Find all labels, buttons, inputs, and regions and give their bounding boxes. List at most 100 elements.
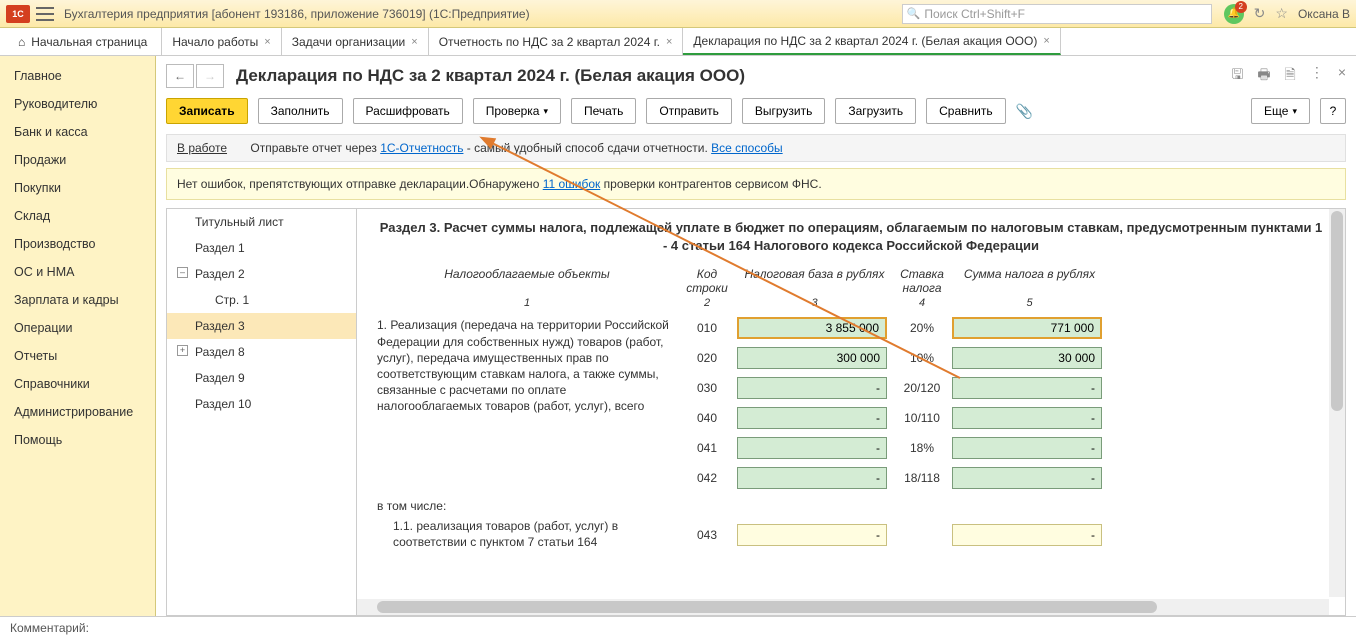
decode-button[interactable]: Расшифровать	[353, 98, 463, 124]
favorite-icon[interactable]: ☆	[1275, 5, 1288, 22]
comment-label: Комментарий:	[10, 621, 89, 635]
expand-icon[interactable]: +	[177, 345, 188, 356]
tax-input[interactable]	[952, 437, 1102, 459]
link-all-ways[interactable]: Все способы	[711, 141, 783, 155]
tax-input[interactable]	[952, 317, 1102, 339]
print-icon[interactable]: 🖶	[1257, 64, 1270, 88]
help-button[interactable]: ?	[1320, 98, 1346, 124]
sidebar-item[interactable]: Главное	[0, 62, 155, 90]
tree-item[interactable]: +Раздел 8	[167, 339, 356, 365]
compare-button[interactable]: Сравнить	[926, 98, 1005, 124]
close-icon[interactable]: ×	[264, 36, 270, 48]
row-code: 020	[677, 351, 737, 365]
tab-declaration[interactable]: Декларация по НДС за 2 квартал 2024 г. (…	[683, 28, 1060, 55]
status-title[interactable]: В работе	[177, 141, 227, 155]
menu-icon[interactable]	[36, 7, 54, 21]
sidebar-item[interactable]: Помощь	[0, 426, 155, 454]
tax-input[interactable]	[952, 524, 1102, 546]
preview-icon[interactable]: 🗎	[1285, 64, 1296, 88]
rate-cell: 18/118	[892, 471, 952, 485]
rate-cell: 20/120	[892, 381, 952, 395]
sidebar-item[interactable]: Покупки	[0, 174, 155, 202]
attach-icon[interactable]: 📎	[1016, 103, 1033, 120]
user-name[interactable]: Оксана В	[1298, 7, 1350, 21]
more-icon[interactable]: ⋮	[1310, 64, 1324, 88]
tax-input[interactable]	[952, 407, 1102, 429]
write-button[interactable]: Записать	[166, 98, 248, 124]
rate-cell: 18%	[892, 441, 952, 455]
tree-item[interactable]: –Раздел 2	[167, 261, 356, 287]
tree-item[interactable]: Стр. 1	[167, 287, 356, 313]
tab-tasks[interactable]: Задачи организации×	[282, 28, 429, 55]
sections-tree: Титульный листРаздел 1–Раздел 2Стр. 1Раз…	[167, 209, 357, 615]
scrollbar-vertical[interactable]	[1329, 209, 1345, 597]
sidebar-item[interactable]: Зарплата и кадры	[0, 286, 155, 314]
nav-forward[interactable]: →	[196, 64, 224, 88]
base-input[interactable]	[737, 347, 887, 369]
base-input[interactable]	[737, 467, 887, 489]
print-button[interactable]: Печать	[571, 98, 636, 124]
base-input[interactable]	[737, 317, 887, 339]
base-input[interactable]	[737, 377, 887, 399]
tree-item[interactable]: Раздел 9	[167, 365, 356, 391]
sidebar-item[interactable]: Продажи	[0, 146, 155, 174]
nav-back[interactable]: ←	[166, 64, 194, 88]
notifications-icon[interactable]: 2	[1224, 4, 1244, 24]
expand-icon[interactable]: –	[177, 267, 188, 278]
send-button[interactable]: Отправить	[646, 98, 732, 124]
rate-cell: 20%	[892, 321, 952, 335]
rate-cell: 10%	[892, 351, 952, 365]
row-description: 1. Реализация (передача на территории Ро…	[377, 317, 677, 489]
upload-button[interactable]: Выгрузить	[742, 98, 826, 124]
rate-cell: 10/110	[892, 411, 952, 425]
close-icon[interactable]: ×	[411, 36, 417, 48]
base-input[interactable]	[737, 524, 887, 546]
home-icon: ⌂	[18, 35, 25, 49]
sidebar-item[interactable]: Склад	[0, 202, 155, 230]
tax-input[interactable]	[952, 377, 1102, 399]
global-search[interactable]: Поиск Ctrl+Shift+F	[902, 4, 1212, 24]
chevron-down-icon: ▾	[543, 106, 548, 117]
close-icon[interactable]: ×	[1043, 35, 1049, 47]
tab-nds-report[interactable]: Отчетность по НДС за 2 квартал 2024 г.×	[429, 28, 684, 55]
scrollbar-horizontal[interactable]	[357, 599, 1329, 615]
sidebar-item[interactable]: Руководителю	[0, 90, 155, 118]
tree-item[interactable]: Раздел 1	[167, 235, 356, 261]
tree-item[interactable]: Раздел 10	[167, 391, 356, 417]
download-button[interactable]: Загрузить	[835, 98, 916, 124]
sidebar-item[interactable]: Справочники	[0, 370, 155, 398]
tree-item[interactable]: Титульный лист	[167, 209, 356, 235]
sidebar: Главное Руководителю Банк и касса Продаж…	[0, 56, 156, 616]
base-input[interactable]	[737, 437, 887, 459]
row-code: 041	[677, 441, 737, 455]
sidebar-item[interactable]: Администрирование	[0, 398, 155, 426]
warning-strip: Нет ошибок, препятствующих отправке декл…	[166, 168, 1346, 200]
row-code: 040	[677, 411, 737, 425]
sidebar-item[interactable]: Операции	[0, 314, 155, 342]
close-icon[interactable]: ×	[1338, 64, 1346, 88]
sidebar-item[interactable]: Производство	[0, 230, 155, 258]
row-code: 010	[677, 321, 737, 335]
page-title: Декларация по НДС за 2 квартал 2024 г. (…	[236, 66, 745, 86]
check-button[interactable]: Проверка▾	[473, 98, 561, 124]
section-title: Раздел 3. Расчет суммы налога, подлежаще…	[377, 219, 1325, 255]
errors-link[interactable]: 11 ошибок	[543, 177, 601, 191]
tree-item[interactable]: Раздел 3	[167, 313, 356, 339]
more-button[interactable]: Еще▾	[1251, 98, 1310, 124]
tax-input[interactable]	[952, 467, 1102, 489]
base-input[interactable]	[737, 407, 887, 429]
row-code: 042	[677, 471, 737, 485]
save-icon[interactable]: 🖫	[1231, 64, 1243, 88]
history-icon[interactable]: ↻	[1254, 5, 1266, 22]
sidebar-item[interactable]: Отчеты	[0, 342, 155, 370]
tab-start[interactable]: Начало работы×	[162, 28, 281, 55]
sidebar-item[interactable]: ОС и НМА	[0, 258, 155, 286]
row-description: 1.1. реализация товаров (работ, услуг) в…	[377, 519, 677, 550]
link-1c-report[interactable]: 1С-Отчетность	[380, 141, 463, 155]
tax-input[interactable]	[952, 347, 1102, 369]
fill-button[interactable]: Заполнить	[258, 98, 343, 124]
status-strip: В работе Отправьте отчет через 1С-Отчетн…	[166, 134, 1346, 162]
close-icon[interactable]: ×	[666, 36, 672, 48]
home-tab[interactable]: ⌂ Начальная страница	[4, 28, 162, 55]
sidebar-item[interactable]: Банк и касса	[0, 118, 155, 146]
